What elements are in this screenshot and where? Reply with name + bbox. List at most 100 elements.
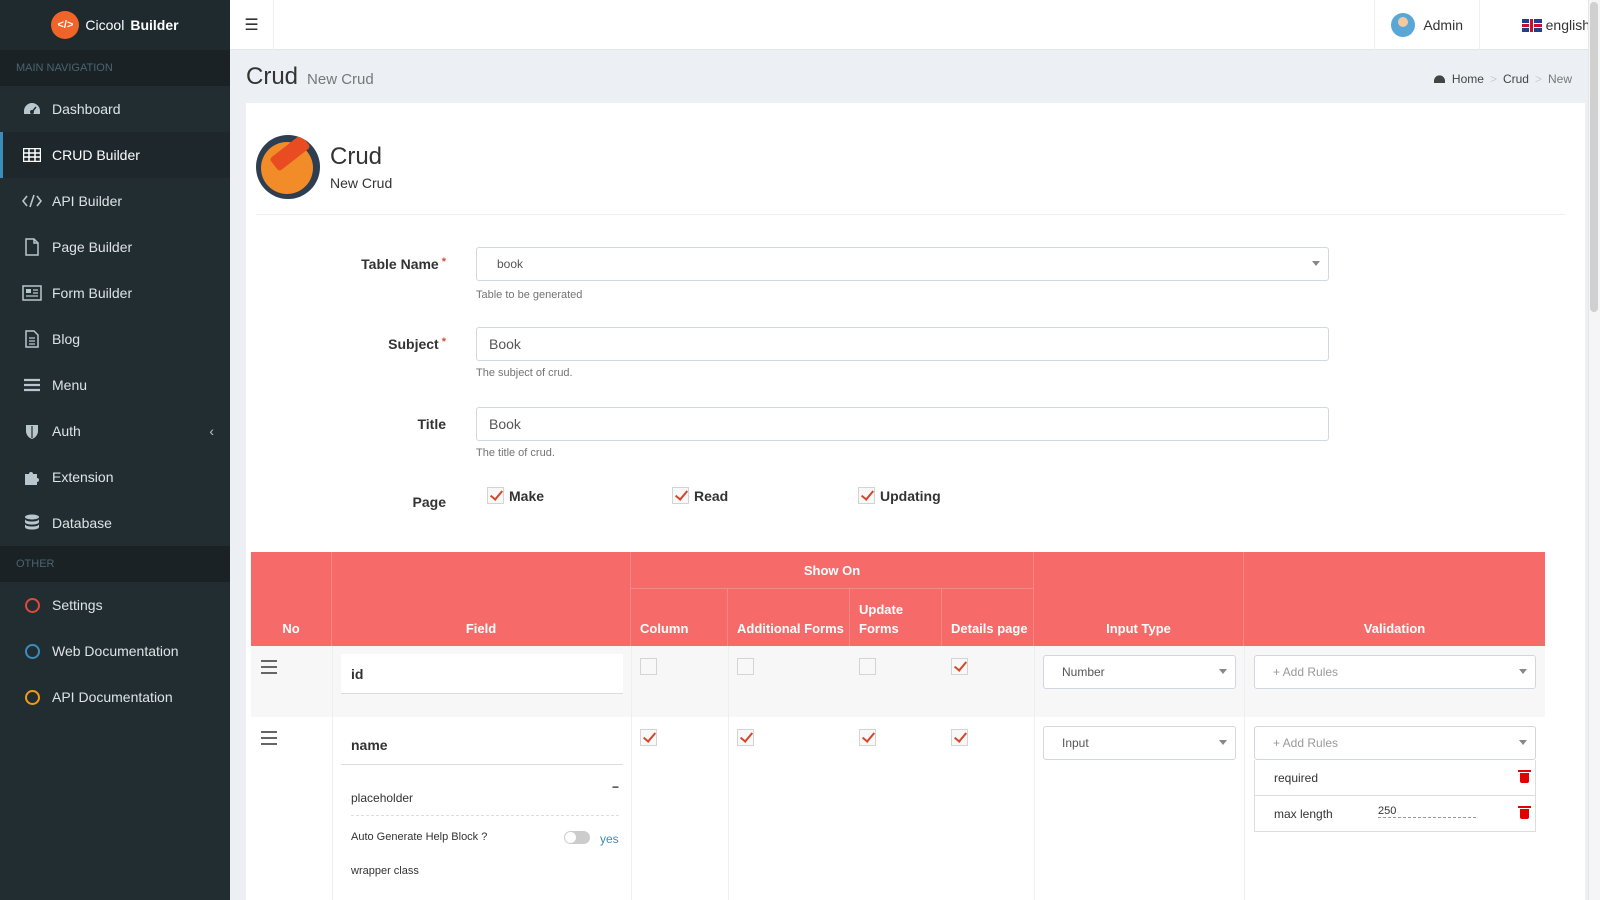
sidebar-item-api-documentation[interactable]: API Documentation bbox=[0, 674, 230, 720]
header-update-forms-line2: Forms bbox=[859, 621, 899, 636]
auto-help-toggle[interactable] bbox=[564, 831, 590, 844]
sidebar-toggle-button[interactable]: ☰ bbox=[230, 0, 274, 50]
read-checkbox[interactable]: Read bbox=[672, 487, 728, 504]
column-divider bbox=[332, 646, 333, 900]
sidebar-item-settings[interactable]: Settings bbox=[0, 582, 230, 628]
sidebar-item-crud-builder[interactable]: CRUD Builder bbox=[0, 132, 230, 178]
header-update-forms: Update Forms bbox=[850, 589, 942, 646]
update-forms-checkbox[interactable] bbox=[859, 729, 876, 746]
sidebar-item-extension[interactable]: Extension bbox=[0, 454, 230, 500]
crud-form-box: Crud New Crud Table Name * book Table to … bbox=[246, 103, 1585, 900]
additional-forms-checkbox[interactable] bbox=[737, 729, 754, 746]
drag-handle-icon[interactable] bbox=[261, 731, 277, 749]
caret-down-icon bbox=[1312, 261, 1320, 266]
page-header: Crud New Crud bbox=[246, 63, 374, 91]
page-scrollbar[interactable] bbox=[1588, 0, 1600, 900]
column-checkbox[interactable] bbox=[640, 729, 657, 746]
code-icon bbox=[21, 194, 43, 208]
make-label: Make bbox=[509, 487, 545, 504]
breadcrumb-home[interactable]: Home bbox=[1452, 72, 1484, 86]
table-name-value: book bbox=[497, 257, 524, 271]
trash-icon[interactable] bbox=[1518, 806, 1531, 819]
user-name: Admin bbox=[1423, 17, 1463, 33]
rule-required: required bbox=[1254, 760, 1536, 796]
input-type-select[interactable]: Input bbox=[1043, 726, 1236, 760]
sidebar-item-label: Database bbox=[52, 515, 112, 531]
placeholder-option[interactable]: placeholder − bbox=[351, 780, 619, 816]
subject-label: Subject * bbox=[388, 336, 446, 352]
page-label: Page bbox=[412, 494, 446, 510]
sidebar-item-form-builder[interactable]: Form Builder bbox=[0, 270, 230, 316]
update-forms-checkbox[interactable] bbox=[859, 658, 876, 675]
column-divider bbox=[1244, 646, 1245, 900]
circle-icon bbox=[24, 597, 40, 613]
additional-forms-checkbox[interactable] bbox=[737, 658, 754, 675]
sidebar-item-label: Auth bbox=[52, 423, 81, 439]
scrollbar-thumb[interactable] bbox=[1590, 2, 1598, 312]
table-name-select[interactable]: book bbox=[476, 247, 1329, 281]
app-name-part1: Cicool bbox=[85, 17, 125, 33]
sidebar-item-web-documentation[interactable]: Web Documentation bbox=[0, 628, 230, 674]
user-menu[interactable]: Admin bbox=[1374, 0, 1480, 50]
column-checkbox[interactable] bbox=[640, 658, 657, 675]
dashboard-icon bbox=[1433, 74, 1445, 83]
make-checkbox[interactable]: Make bbox=[487, 487, 544, 504]
add-rules-placeholder: + Add Rules bbox=[1273, 736, 1339, 750]
placeholder-label: placeholder bbox=[351, 790, 414, 805]
table-icon bbox=[21, 148, 43, 162]
header-validation: Validation bbox=[1363, 621, 1426, 636]
details-page-checkbox[interactable] bbox=[951, 729, 968, 746]
sidebar-item-menu[interactable]: Menu bbox=[0, 362, 230, 408]
caret-down-icon bbox=[1519, 740, 1527, 745]
circle-icon bbox=[24, 689, 40, 705]
sidebar-item-label: API Documentation bbox=[52, 689, 173, 705]
rule-value-input[interactable]: 250 bbox=[1378, 805, 1476, 818]
auto-help-value: yes bbox=[600, 832, 619, 846]
sidebar-item-page-builder[interactable]: Page Builder bbox=[0, 224, 230, 270]
app-logo[interactable]: </> Cicool Builder bbox=[0, 0, 230, 50]
input-type-select[interactable]: Number bbox=[1043, 655, 1236, 689]
chevron-left-icon[interactable]: ‹ bbox=[209, 423, 214, 439]
input-type-value: Number bbox=[1062, 665, 1105, 679]
code-logo-icon: </> bbox=[51, 11, 80, 39]
updating-checkbox[interactable]: Updating bbox=[858, 487, 941, 504]
header-details-page: Details page bbox=[942, 589, 1034, 646]
language-menu[interactable]: english bbox=[1521, 0, 1590, 50]
sidebar-item-database[interactable]: Database bbox=[0, 500, 230, 546]
updating-label: Updating bbox=[880, 487, 941, 504]
title-help: The title of crud. bbox=[476, 447, 555, 459]
header-no: No bbox=[251, 552, 332, 646]
nav-header-other: OTHER bbox=[0, 546, 230, 582]
sidebar-item-label: Blog bbox=[52, 331, 81, 347]
trash-icon[interactable] bbox=[1518, 770, 1531, 783]
breadcrumb-separator: > bbox=[1489, 72, 1497, 86]
details-page-checkbox[interactable] bbox=[951, 658, 968, 675]
sidebar-item-label: Menu bbox=[52, 377, 88, 393]
read-label: Read bbox=[694, 487, 729, 504]
sidebar-item-api-builder[interactable]: API Builder bbox=[0, 178, 230, 224]
sidebar-item-dashboard[interactable]: Dashboard bbox=[0, 86, 230, 132]
rule-name: max length bbox=[1274, 806, 1333, 821]
sidebar-item-label: API Builder bbox=[52, 193, 123, 209]
app-name-part2: Builder bbox=[130, 17, 179, 33]
box-subtitle: New Crud bbox=[330, 175, 393, 191]
sidebar-item-label: Form Builder bbox=[52, 285, 133, 301]
subject-input[interactable]: Book bbox=[476, 327, 1329, 361]
drag-handle-icon[interactable] bbox=[261, 660, 277, 678]
rule-max-length: max length 250 bbox=[1254, 796, 1536, 832]
add-rules-select[interactable]: + Add Rules bbox=[1254, 655, 1536, 689]
sidebar-item-blog[interactable]: Blog bbox=[0, 316, 230, 362]
caret-down-icon bbox=[1219, 740, 1227, 745]
collapse-icon[interactable]: − bbox=[612, 780, 619, 794]
wrapper-class-label: wrapper class bbox=[351, 865, 419, 877]
sidebar-item-auth[interactable]: Auth ‹ bbox=[0, 408, 230, 454]
checkbox-icon bbox=[672, 487, 689, 504]
add-rules-select[interactable]: + Add Rules bbox=[1254, 726, 1536, 760]
title-input[interactable]: Book bbox=[476, 407, 1329, 441]
header-field: Field bbox=[332, 552, 631, 646]
subject-help: The subject of crud. bbox=[476, 367, 573, 379]
breadcrumb-crud[interactable]: Crud bbox=[1503, 72, 1529, 86]
table-name-help: Table to be generated bbox=[476, 289, 583, 301]
database-icon bbox=[21, 514, 43, 532]
shield-icon bbox=[21, 423, 43, 440]
